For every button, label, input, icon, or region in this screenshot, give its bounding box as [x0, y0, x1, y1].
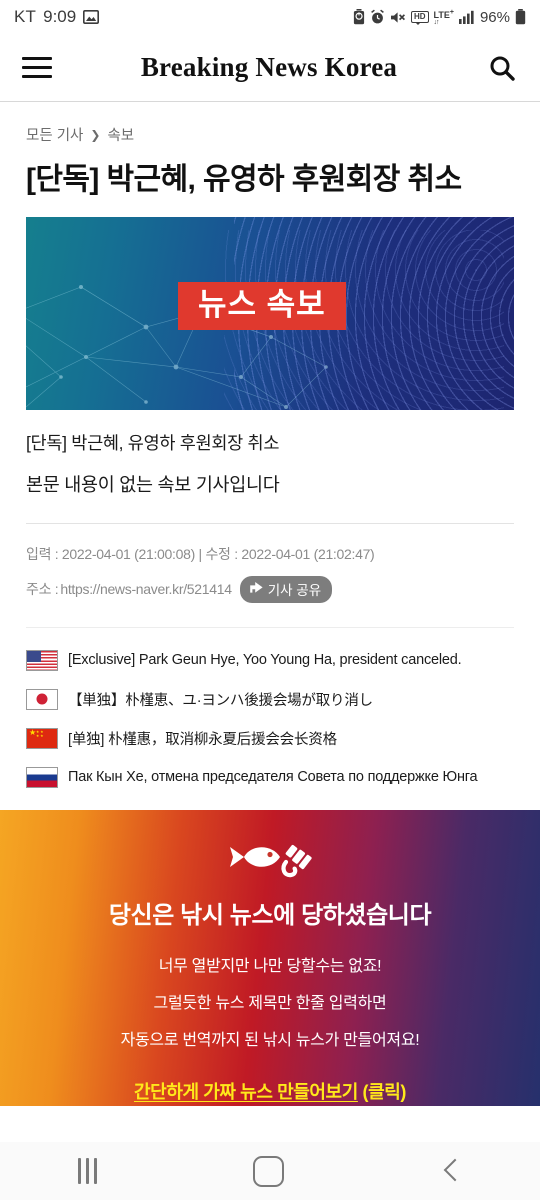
back-icon[interactable]	[440, 1160, 462, 1182]
list-item[interactable]: 【単独】朴槿恵、ユ·ヨンハ後援会場が取り消し	[26, 688, 514, 710]
article-body-line-1: [단독] 박근혜, 유영하 후원회장 취소	[26, 432, 280, 453]
list-item[interactable]: [Exclusive] Park Geun Hye, Yoo Young Ha,…	[26, 649, 514, 671]
signal-bars-icon	[458, 10, 475, 24]
clock-label: 9:09	[43, 7, 77, 26]
create-fake-news-link[interactable]: 간단하게 가짜 뉴스 만들어보기 (클릭)	[134, 1078, 406, 1104]
translations-list: [Exclusive] Park Geun Hye, Yoo Young Ha,…	[0, 628, 540, 788]
recents-icon[interactable]	[78, 1158, 97, 1184]
image-icon	[83, 10, 100, 24]
translation-text: [单独] 朴槿惠，取消柳永夏后援会会长资格	[68, 731, 337, 748]
network-type-icon: LTE+ ↓↑	[434, 8, 454, 26]
android-nav-bar	[0, 1142, 540, 1200]
network-plus: +	[449, 9, 454, 16]
home-icon[interactable]	[253, 1155, 284, 1187]
fish-hook-icon	[224, 834, 316, 885]
translation-text: Пак Кын Хе, отмена председателя Совета п…	[68, 769, 478, 785]
breadcrumb-current[interactable]: 속보	[107, 124, 134, 145]
battery-percent-label: 96%	[479, 8, 510, 26]
cta-underlined-text: 간단하게 가짜 뉴스 만들어보기	[134, 1081, 358, 1102]
translation-text: 【単独】朴槿恵、ユ·ヨンハ後援会場が取り消し	[68, 692, 373, 709]
japan-flag-icon	[26, 688, 58, 710]
article-headline: [단독] 박근혜, 유영하 후원회장 취소	[26, 163, 462, 196]
article-body-line-2: 본문 내용이 없는 속보 기사입니다	[26, 473, 280, 495]
china-flag-icon	[26, 727, 58, 749]
breadcrumb-root[interactable]: 모든 기사	[26, 124, 83, 145]
share-button-label: 기사 공유	[267, 582, 322, 598]
us-flag-icon	[26, 649, 58, 671]
carrier-label: KT	[14, 7, 37, 26]
promo-banner[interactable]: 당신은 낚시 뉴스에 당하셨습니다 너무 열받지만 나만 당할수는 없죠! 그럴…	[0, 809, 540, 1106]
breaking-news-badge: 뉴스 속보	[178, 281, 346, 330]
russia-flag-icon	[26, 766, 58, 788]
share-icon	[249, 580, 264, 597]
page-title: Breaking News Korea	[140, 52, 398, 82]
article-address-row: 주소 : https://news-naver.kr/521414 기사 공유	[26, 575, 514, 603]
hamburger-menu-icon[interactable]	[22, 56, 52, 79]
battery-icon	[515, 9, 526, 25]
promo-line-2: 그럴듯한 뉴스 제목만 한줄 입력하면	[153, 994, 387, 1012]
alarm-icon	[370, 9, 385, 25]
article-timestamps: 입력 : 2022-04-01 (21:00:08) | 수정 : 2022-0…	[26, 545, 375, 562]
promo-line-1: 너무 열받지만 나만 당할수는 없죠!	[158, 957, 382, 975]
network-arrows: ↓↑	[433, 19, 440, 26]
mute-icon	[390, 10, 406, 25]
status-bar-left: KT 9:09	[14, 7, 100, 27]
promo-line-3: 자동으로 번역까지 된 낚시 뉴스가 만들어져요!	[120, 1031, 420, 1049]
chevron-right-icon: ❯	[90, 127, 101, 142]
divider	[26, 522, 514, 524]
share-button[interactable]: 기사 공유	[239, 575, 333, 603]
address-url[interactable]: https://news-naver.kr/521414	[60, 581, 232, 597]
translation-text: [Exclusive] Park Geun Hye, Yoo Young Ha,…	[68, 652, 462, 668]
app-header: Breaking News Korea	[0, 34, 540, 102]
promo-title: 당신은 낚시 뉴스에 당하셨습니다	[108, 901, 432, 929]
search-icon[interactable]	[486, 52, 518, 84]
hd-icon: HD	[410, 11, 429, 25]
cta-suffix-text: (클릭)	[357, 1081, 406, 1102]
address-label: 주소 :	[26, 581, 59, 597]
list-item[interactable]: Пак Кын Хе, отмена председателя Совета п…	[26, 766, 514, 788]
list-item[interactable]: [单独] 朴槿惠，取消柳永夏后援会会长资格	[26, 727, 514, 749]
status-bar: KT 9:09 HD LTE+ ↓↑ 96%	[0, 0, 540, 34]
battery-saver-icon	[353, 9, 365, 25]
article-container: 모든 기사 ❯ 속보 [단독] 박근혜, 유영하 후원회장 취소 뉴스 속보 […	[0, 102, 540, 628]
hero-image: 뉴스 속보	[26, 216, 514, 410]
status-bar-right: HD LTE+ ↓↑ 96%	[353, 8, 526, 26]
breadcrumb: 모든 기사 ❯ 속보	[26, 102, 514, 145]
